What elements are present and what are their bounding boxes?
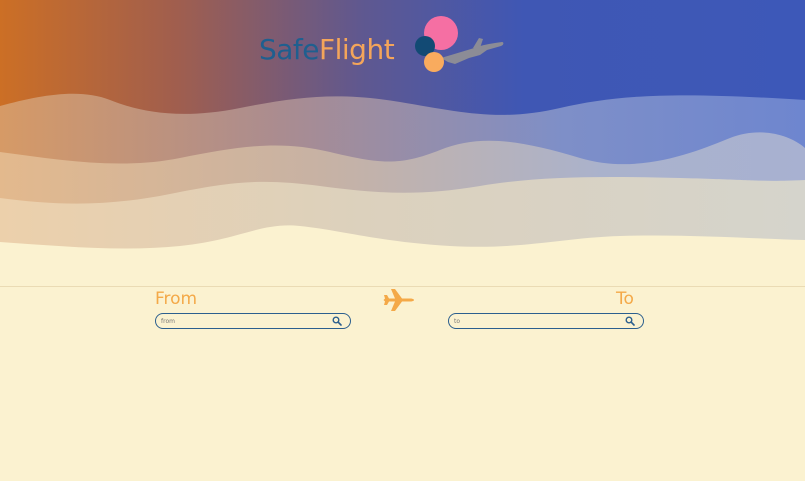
to-search-box[interactable] [448,313,644,329]
from-input[interactable] [161,314,321,328]
route-search: From To [0,287,805,347]
balloons-airplane-icon [415,16,504,72]
search-icon[interactable] [625,316,635,326]
brand-name-part2: Flight [319,33,395,66]
page: SafeFlight From To [0,0,805,481]
from-search-box[interactable] [155,313,351,329]
airplane-icon [383,289,414,311]
logo[interactable]: SafeFlight [258,14,508,76]
brand-name-part1: Safe [259,33,320,66]
to-input[interactable] [454,314,614,328]
brand-name: SafeFlight [259,33,395,66]
to-label: To [616,289,634,309]
hero-banner: SafeFlight [0,0,805,288]
from-label: From [155,289,198,309]
search-icon[interactable] [332,316,342,326]
